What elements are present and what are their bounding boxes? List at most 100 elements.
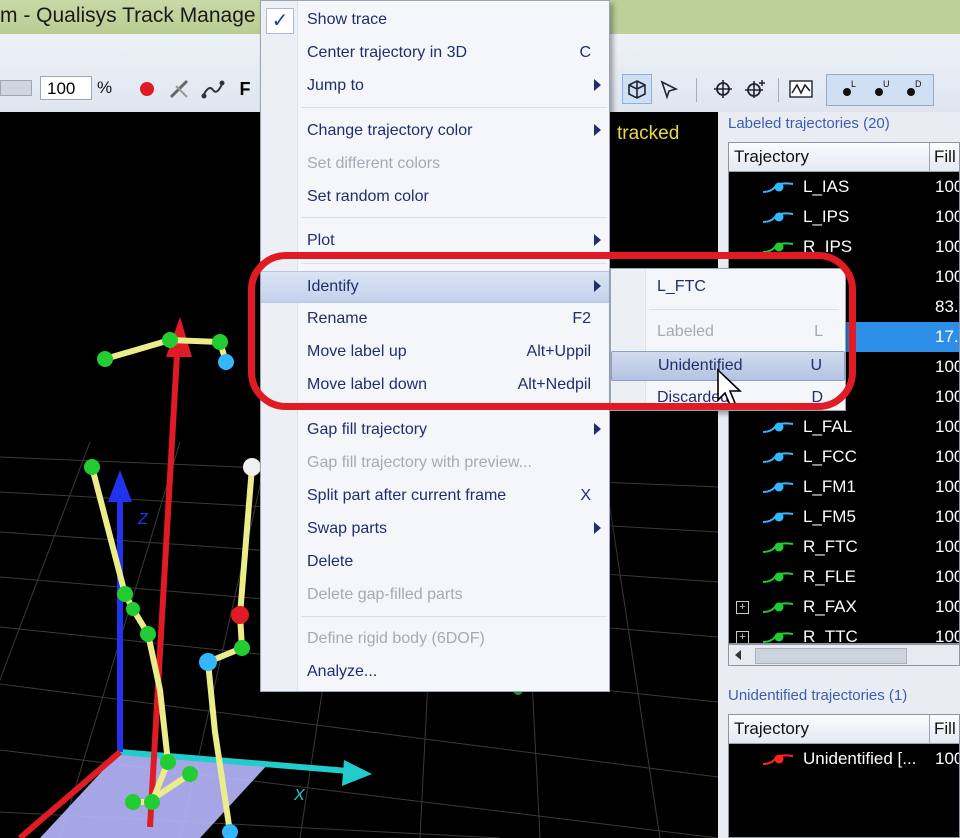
trajectory-fill: 100 xyxy=(935,567,959,586)
submenu-arrow-icon xyxy=(594,234,601,246)
trajectory-name: R_TTC xyxy=(803,627,858,644)
trajectory-fill: 100 xyxy=(935,477,959,496)
unidentified_panel-row[interactable]: Unidentified [... 100 xyxy=(729,744,959,774)
menu-separator xyxy=(301,107,607,108)
x-axis-arrowhead xyxy=(342,760,372,786)
menu-item-jump-to[interactable]: Jump to xyxy=(261,71,609,101)
trajectory-name: Unidentified [... xyxy=(803,749,917,768)
scroll-left-arrow[interactable] xyxy=(735,650,741,660)
menu-item-analyze[interactable]: Analyze... xyxy=(261,657,609,687)
col-trajectory[interactable]: Trajectory xyxy=(734,147,809,167)
col-fill[interactable]: Fill xyxy=(934,147,956,167)
trajectory-marker-icon xyxy=(761,630,795,643)
unidentified-markers-button[interactable]: U xyxy=(866,74,896,104)
trajectory-fill: 100 xyxy=(935,507,959,526)
trajectory-fill: 100 xyxy=(935,267,959,286)
trajectory-fill: 100 xyxy=(935,447,959,466)
labeled_panel-row[interactable]: L_FM5 100 xyxy=(729,502,959,532)
trajectory-fill: 100 xyxy=(935,627,959,644)
menu-item-gap-fill-preview: Gap fill trajectory with preview... xyxy=(307,454,532,471)
submenu-arrow-icon xyxy=(594,124,601,136)
trajectory-marker-icon xyxy=(761,540,795,560)
record-icon xyxy=(140,82,154,96)
crosshair-button[interactable] xyxy=(708,74,738,104)
trajectory-name: L_IPS xyxy=(803,207,850,226)
trajectory-fill: 100 xyxy=(935,537,959,556)
unidentified-trajectories-grid[interactable]: Trajectory Fill Unidentified [... 100 xyxy=(728,714,960,838)
menu-item-move-label-down[interactable]: Move label down Alt+Nedpil xyxy=(261,370,609,400)
select-tool-button[interactable] xyxy=(654,74,684,104)
expand-plus-icon[interactable]: + xyxy=(736,601,749,614)
trajectory-curve-icon xyxy=(201,80,225,99)
menu-item-show-trace[interactable]: ✓ Show trace xyxy=(261,5,609,35)
x-axis-label: X xyxy=(293,787,306,804)
menu-item-define-rigid-body: Define rigid body (6DOF) xyxy=(307,630,485,647)
menu-item-center-trajectory[interactable]: Center trajectory in 3D C xyxy=(261,38,609,68)
menu-item-delete-gap-filled: Delete gap-filled parts xyxy=(307,586,463,603)
menu-item-gap-fill[interactable]: Gap fill trajectory xyxy=(261,415,609,445)
trajectory-name: L_FM1 xyxy=(803,477,856,496)
menu-separator xyxy=(301,263,607,264)
trajectory-fill: 100 xyxy=(935,387,959,406)
labeled_panel-row[interactable]: R_IPS 100 xyxy=(729,232,959,262)
trajectory-tool-button[interactable] xyxy=(198,74,228,104)
trajectory-marker-icon xyxy=(761,570,795,590)
viewport-status-text: tracked xyxy=(617,123,680,144)
scroll-thumb[interactable] xyxy=(755,648,907,664)
menu-item-delete[interactable]: Delete xyxy=(261,547,609,577)
trajectory-name: L_FAL xyxy=(803,417,853,436)
menu-item-change-color[interactable]: Change trajectory color xyxy=(261,116,609,146)
mouse-cursor-icon xyxy=(717,368,742,407)
record-button[interactable] xyxy=(132,74,162,104)
labeled_panel-row[interactable]: L_IPS 100 xyxy=(729,202,959,232)
f-button[interactable]: F xyxy=(230,74,260,104)
trajectory-marker-icon xyxy=(761,180,795,200)
checkmark-icon: ✓ xyxy=(266,8,294,34)
labeled-markers-button[interactable]: L xyxy=(834,74,864,104)
labeled_panel-row[interactable]: + R_FAX 100 xyxy=(729,592,959,622)
trajectory-marker-icon xyxy=(761,450,795,470)
labeled_panel-row[interactable]: L_FM1 100 xyxy=(729,472,959,502)
plot-button[interactable] xyxy=(786,74,816,104)
menu-item-swap-parts[interactable]: Swap parts xyxy=(261,514,609,544)
title-bar-tail xyxy=(612,0,960,34)
col-trajectory-unidentified[interactable]: Trajectory xyxy=(734,719,809,739)
labeled_panel-row[interactable]: L_FAL 100 xyxy=(729,412,959,442)
submenu-arrow-icon xyxy=(594,280,601,292)
labeled_panel-row[interactable]: L_FCC 100 xyxy=(729,442,959,472)
menu-item-split-part[interactable]: Split part after current frame X xyxy=(261,481,609,511)
trajectory-fill: 100 xyxy=(935,749,959,768)
labeled_panel-row[interactable]: R_FLE 100 xyxy=(729,562,959,592)
toolbar-slider[interactable] xyxy=(0,80,32,96)
menu-item-plot[interactable]: Plot xyxy=(261,226,609,256)
labeled_panel-row[interactable]: L_IAS 100 xyxy=(729,172,959,202)
trajectory-marker-icon xyxy=(761,210,795,230)
unidentified-rows: Unidentified [... 100 xyxy=(729,744,959,774)
cursor-select-icon xyxy=(660,80,679,99)
trajectory-name: R_FAX xyxy=(803,597,857,616)
menu-item-move-label-up[interactable]: Move label up Alt+Uppil xyxy=(261,337,609,367)
submenu-arrow-icon xyxy=(594,79,601,91)
toolbar-separator-2 xyxy=(778,78,779,102)
zoom-input[interactable]: 100 xyxy=(40,76,92,100)
menu-item-set-random-color[interactable]: Set random color xyxy=(261,182,609,212)
trajectory-marker-icon xyxy=(761,600,795,620)
svg-text:D: D xyxy=(915,79,922,89)
labeled-horizontal-scrollbar[interactable] xyxy=(728,644,960,666)
submenu-item-l-ftc[interactable]: L_FTC xyxy=(611,273,845,303)
bone-tool-button[interactable] xyxy=(164,74,194,104)
crosshair-add-button[interactable] xyxy=(740,74,770,104)
col-fill-unidentified[interactable]: Fill xyxy=(934,719,956,739)
expand-plus-icon[interactable]: + xyxy=(736,631,749,643)
menu-item-set-different-colors: Set different colors xyxy=(307,155,441,172)
discarded-markers-button[interactable]: D xyxy=(898,74,928,104)
labeled_panel-row[interactable]: R_FTC 100 xyxy=(729,532,959,562)
trajectory-name: R_FLE xyxy=(803,567,856,586)
trajectory-name: L_IAS xyxy=(803,177,850,196)
trajectory-fill: 100 xyxy=(935,417,959,436)
labeled_panel-row[interactable]: + R_TTC 100 xyxy=(729,622,959,644)
menu-item-rename[interactable]: Rename F2 xyxy=(261,304,609,334)
3d-view-button[interactable] xyxy=(622,74,652,104)
trajectory-fill: 100 xyxy=(935,207,959,226)
menu-item-identify[interactable]: Identify xyxy=(261,271,609,303)
